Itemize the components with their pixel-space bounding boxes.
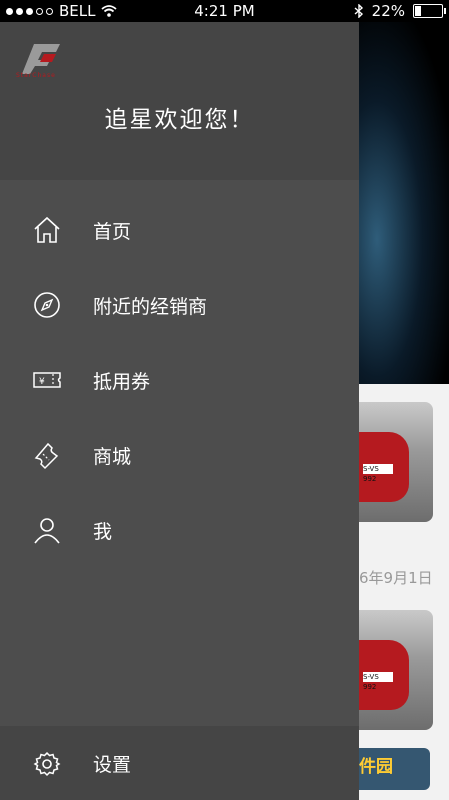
drawer-header: StarChase 追星欢迎您！ — [0, 22, 359, 180]
logo-text: StarChase — [16, 72, 56, 79]
menu-item-label: 商城 — [93, 445, 132, 468]
battery-icon — [413, 4, 446, 18]
menu-item-label: 首页 — [93, 220, 132, 243]
home-icon — [32, 215, 62, 245]
svg-text:¥: ¥ — [39, 377, 45, 387]
menu-item-label: 附近的经销商 — [93, 295, 208, 318]
battery-percent: 22% — [371, 2, 405, 20]
app-logo: StarChase — [16, 40, 78, 80]
menu-item-vouchers[interactable]: ¥ 抵用券 — [0, 350, 359, 410]
side-drawer: StarChase 追星欢迎您！ 首页 附近的经销商 ¥ 抵用券 商城 我 设置 — [0, 22, 359, 800]
car-plate: S-VS 992 — [363, 464, 393, 483]
bluetooth-icon — [354, 4, 364, 18]
welcome-title: 追星欢迎您！ — [104, 107, 255, 133]
settings-label: 设置 — [93, 754, 132, 776]
background-card: S-VS 992 — [359, 610, 433, 730]
drawer-footer[interactable]: 设置 — [0, 726, 359, 800]
compass-icon — [32, 290, 62, 320]
menu-item-label: 抵用券 — [93, 370, 151, 393]
menu-item-dealers[interactable]: 附近的经销商 — [0, 275, 359, 335]
voucher-icon: ¥ — [32, 365, 62, 395]
menu-item-home[interactable]: 首页 — [0, 200, 359, 260]
menu-item-label: 我 — [93, 520, 113, 543]
background-banner — [359, 22, 449, 384]
car-plate: S-VS 992 — [363, 672, 393, 691]
gear-icon — [33, 750, 61, 778]
background-screen: S-VS 992 6年9月1日 S-VS 992 — [359, 22, 449, 800]
status-bar: BELL 4:21 PM 22% — [0, 0, 449, 22]
menu-item-me[interactable]: 我 — [0, 500, 359, 560]
user-icon — [32, 515, 62, 545]
background-card: S-VS 992 — [359, 402, 433, 522]
menu-item-mall[interactable]: 商城 — [0, 425, 359, 485]
date-text: 6年9月1日 — [359, 569, 433, 587]
ticket-icon — [32, 440, 62, 470]
